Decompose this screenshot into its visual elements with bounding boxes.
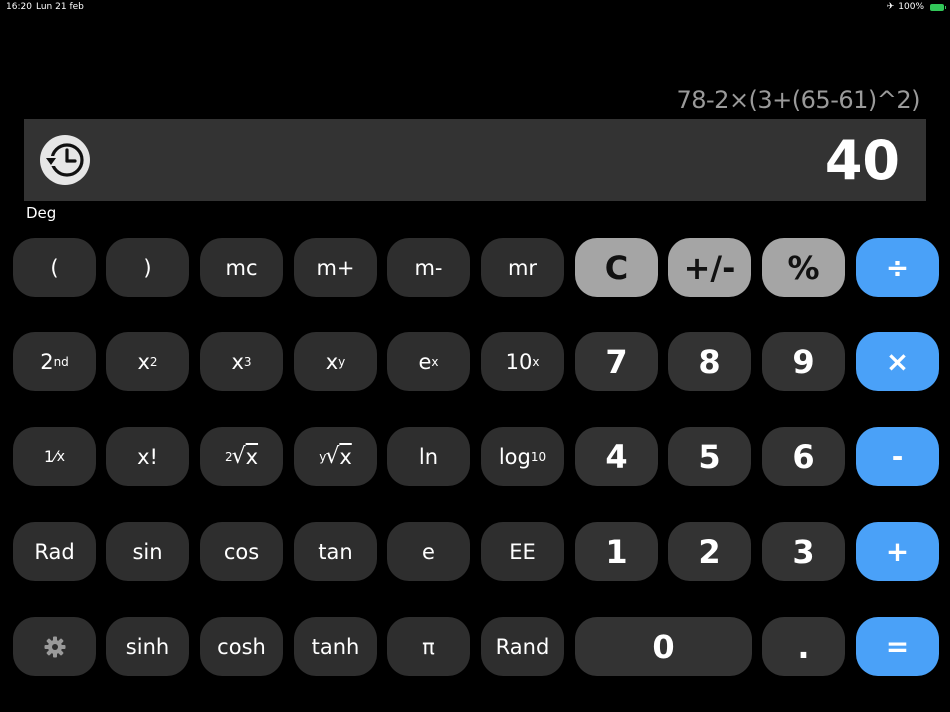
battery-percent: 100%	[898, 2, 924, 12]
y-root-button[interactable]: y √ x	[294, 427, 377, 486]
ee-button[interactable]: EE	[481, 522, 564, 581]
tan-button[interactable]: tan	[294, 522, 377, 581]
cube-base: x	[231, 349, 244, 374]
log10-button[interactable]: log 10	[481, 427, 564, 486]
memory-add-button[interactable]: m+	[294, 238, 377, 297]
digit-4-button[interactable]: 4	[575, 427, 658, 486]
second-label: 2	[40, 349, 54, 374]
tanh-button[interactable]: tanh	[294, 617, 377, 676]
percent-button[interactable]: %	[762, 238, 845, 297]
digit-8-button[interactable]: 8	[668, 332, 751, 391]
status-time: 16:20	[6, 2, 32, 12]
open-paren-button[interactable]: (	[13, 238, 96, 297]
ten-power-base: 10	[505, 349, 533, 374]
euler-button[interactable]: e	[387, 522, 470, 581]
clear-button[interactable]: C	[575, 238, 658, 297]
sqrt-x: x	[245, 444, 259, 469]
result-value: 40	[824, 129, 900, 192]
yroot-sign: √	[325, 444, 340, 469]
expression-display: 78-2×(3+(65-61)^2)	[676, 86, 920, 114]
yroot-x: x	[339, 444, 352, 469]
digit-9-button[interactable]: 9	[762, 332, 845, 391]
square-button[interactable]: x2	[106, 332, 189, 391]
memory-recall-button[interactable]: mr	[481, 238, 564, 297]
factorial-button[interactable]: x!	[106, 427, 189, 486]
settings-button[interactable]	[13, 617, 96, 676]
digit-5-button[interactable]: 5	[668, 427, 751, 486]
close-paren-button[interactable]: )	[106, 238, 189, 297]
random-button[interactable]: Rand	[481, 617, 564, 676]
ten-power-button[interactable]: 10 x	[481, 332, 564, 391]
ln-button[interactable]: ln	[387, 427, 470, 486]
equals-button[interactable]: =	[856, 617, 939, 676]
subtract-button[interactable]: -	[856, 427, 939, 486]
battery-icon	[930, 3, 946, 11]
digit-2-button[interactable]: 2	[668, 522, 751, 581]
memory-clear-button[interactable]: mc	[200, 238, 283, 297]
digit-0-button[interactable]: 0	[575, 617, 752, 676]
second-function-button[interactable]: 2nd	[13, 332, 96, 391]
rad-button[interactable]: Rad	[13, 522, 96, 581]
airplane-icon: ✈	[886, 2, 895, 12]
cos-button[interactable]: cos	[200, 522, 283, 581]
sin-button[interactable]: sin	[106, 522, 189, 581]
sinh-button[interactable]: sinh	[106, 617, 189, 676]
power-base: x	[325, 349, 339, 374]
history-icon	[45, 143, 84, 177]
cosh-button[interactable]: cosh	[200, 617, 283, 676]
square-root-button[interactable]: 2 √ x	[200, 427, 283, 486]
square-base: x	[137, 349, 150, 374]
cube-button[interactable]: x3	[200, 332, 283, 391]
gear-icon	[44, 636, 65, 657]
status-bar: 16:20 Lun 21 feb ✈ 100%	[0, 0, 950, 16]
log-base: log	[498, 444, 531, 469]
decimal-button[interactable]: .	[762, 617, 845, 676]
exp-button[interactable]: ex	[387, 332, 470, 391]
history-button[interactable]	[40, 135, 90, 185]
digit-7-button[interactable]: 7	[575, 332, 658, 391]
power-button[interactable]: xy	[294, 332, 377, 391]
multiply-button[interactable]: ×	[856, 332, 939, 391]
status-date: Lun 21 feb	[36, 2, 84, 12]
status-right: ✈ 100%	[886, 2, 946, 12]
add-button[interactable]: +	[856, 522, 939, 581]
digit-1-button[interactable]: 1	[575, 522, 658, 581]
sqrt-sign: √	[231, 444, 246, 469]
reciprocal-button[interactable]: 1 ⁄ x	[13, 427, 96, 486]
angle-mode-indicator: Deg	[26, 204, 57, 222]
sign-toggle-button[interactable]: +/-	[668, 238, 751, 297]
result-display: 40	[24, 119, 926, 201]
exp-base: e	[418, 349, 432, 374]
divide-button[interactable]: ÷	[856, 238, 939, 297]
digit-6-button[interactable]: 6	[762, 427, 845, 486]
digit-3-button[interactable]: 3	[762, 522, 845, 581]
pi-button[interactable]: π	[387, 617, 470, 676]
memory-subtract-button[interactable]: m-	[387, 238, 470, 297]
